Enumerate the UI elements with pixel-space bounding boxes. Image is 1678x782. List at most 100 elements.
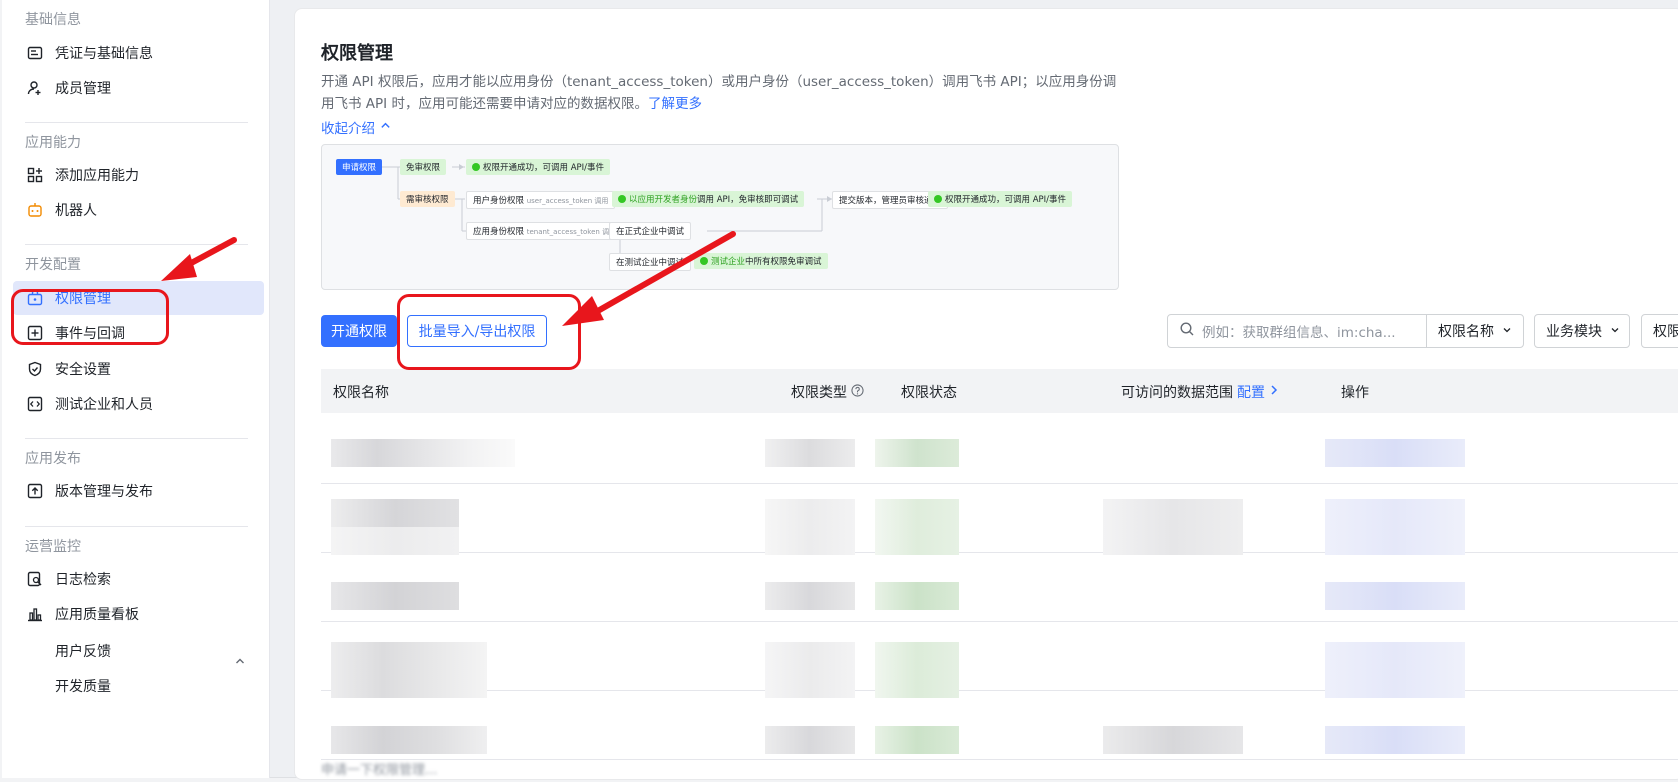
- row-divider: [321, 690, 1678, 691]
- blurred-cell: [331, 527, 459, 555]
- apps-add-icon: [27, 167, 43, 183]
- sidebar-subitem-dev-quality[interactable]: 开发质量: [55, 676, 111, 696]
- blurred-cell: [875, 499, 959, 555]
- check-circle-icon: [472, 163, 480, 171]
- blurred-cell: [1325, 726, 1465, 754]
- chevron-down-icon: [1502, 323, 1512, 339]
- blurred-cell: [765, 582, 855, 610]
- check-circle-icon: [618, 195, 626, 203]
- divider: [25, 438, 248, 439]
- search-input[interactable]: 例如：获取群组信息、im:cha...: [1167, 314, 1427, 348]
- node-subtext: tenant_access_token 调用: [526, 228, 617, 236]
- blurred-cell: [765, 642, 855, 698]
- node-text: 权限开通成功，可调用 API/事件: [945, 195, 1067, 205]
- check-circle-icon: [700, 257, 708, 265]
- col-status: 权限状态: [901, 385, 957, 401]
- node-subtext: user_access_token 调用: [526, 197, 609, 205]
- col-name: 权限名称: [333, 385, 389, 401]
- desc-line-1: 开通 API 权限后，应用才能以应用身份（tenant_access_token…: [321, 74, 1117, 90]
- diagram-node-formal: 在正式企业中调试: [609, 222, 692, 240]
- sidebar: 基础信息 凭证与基础信息 成员管理 应用能力 添加应用能力 机器人 开发配置 权…: [2, 0, 270, 778]
- node-text: 调用 API，免审核即可调试: [697, 195, 799, 205]
- divider: [25, 244, 248, 245]
- blurred-cell: [1325, 499, 1465, 555]
- table-row[interactable]: [331, 582, 459, 610]
- blurred-cell: [1325, 642, 1465, 698]
- sidebar-item-label: 机器人: [55, 203, 97, 219]
- collapse-intro-link[interactable]: 收起介绍: [321, 117, 391, 137]
- node-text: 用户身份权限: [473, 196, 525, 206]
- open-permission-button[interactable]: 开通权限: [321, 315, 397, 347]
- table-row[interactable]: [331, 499, 459, 527]
- permission-flow-diagram: 申请权限 免审权限 权限开通成功，可调用 API/事件 需审核权限 用户身份权限…: [321, 144, 1119, 290]
- table-row[interactable]: [331, 642, 487, 698]
- help-icon[interactable]: [851, 383, 864, 401]
- chevron-up-icon: [380, 119, 391, 135]
- filter-permission-name-select[interactable]: 权限名称: [1426, 314, 1524, 348]
- chevron-up-icon[interactable]: [234, 652, 246, 671]
- sidebar-item-members[interactable]: 成员管理: [13, 71, 264, 105]
- search-placeholder: 例如：获取群组信息、im:cha...: [1202, 325, 1396, 341]
- row-divider: [321, 483, 1678, 484]
- code-box-icon: [27, 396, 43, 412]
- shield-icon: [27, 361, 43, 377]
- node-highlight: 测试企业: [711, 257, 746, 267]
- permission-table-header: 权限名称 权限类型 权限状态 可访问的数据范围 配置 操作: [321, 369, 1678, 413]
- sidebar-item-robot[interactable]: 机器人: [13, 193, 264, 227]
- row-divider: [321, 552, 1678, 553]
- search-icon: [1180, 322, 1194, 340]
- select-label: 业务模块: [1546, 324, 1602, 340]
- sidebar-item-label: 测试企业和人员: [55, 397, 153, 413]
- filter-module-select[interactable]: 业务模块: [1534, 314, 1630, 348]
- diagram-node-need-review: 需审核权限: [400, 191, 455, 207]
- sidebar-item-test-enterprise[interactable]: 测试企业和人员: [13, 387, 264, 421]
- group-title-release: 应用发布: [25, 451, 81, 467]
- upload-icon: [27, 483, 43, 499]
- sidebar-item-label: 添加应用能力: [55, 168, 139, 184]
- sidebar-item-label: 版本管理与发布: [55, 484, 153, 500]
- chevron-right-icon[interactable]: [1269, 384, 1279, 400]
- user-add-icon: [27, 80, 43, 96]
- blurred-cell: [765, 439, 855, 467]
- col-type: 权限类型: [791, 382, 864, 402]
- node-text: 权限开通成功，可调用 API/事件: [483, 163, 605, 173]
- col-scope-label: 可访问的数据范围: [1121, 385, 1233, 401]
- blurred-cell: [1325, 582, 1465, 610]
- annotation-ring-batch: [397, 294, 581, 370]
- sidebar-item-label: 凭证与基础信息: [55, 46, 153, 62]
- diagram-node-dev-identity: 以应用开发者身份调用 API，免审核即可调试: [612, 191, 805, 207]
- sidebar-item-credentials[interactable]: 凭证与基础信息: [13, 36, 264, 70]
- sidebar-item-quality-board[interactable]: 应用质量看板: [13, 597, 264, 631]
- row-divider: [321, 621, 1678, 622]
- blurred-cell: [1103, 499, 1243, 555]
- filter-permission-select[interactable]: 权限: [1641, 314, 1678, 348]
- diagram-node-app-identity: 应用身份权限 tenant_access_token 调用: [466, 222, 624, 240]
- blurred-cell: [765, 726, 855, 754]
- table-row[interactable]: [331, 726, 487, 754]
- table-row[interactable]: [331, 439, 515, 467]
- blurred-cell: [875, 726, 959, 754]
- diagram-node-success: 权限开通成功，可调用 API/事件: [928, 191, 1073, 207]
- sidebar-item-security[interactable]: 安全设置: [13, 352, 264, 386]
- chevron-down-icon: [1610, 323, 1620, 339]
- blurred-cell: [765, 499, 855, 555]
- blurred-cell: [875, 439, 959, 467]
- log-search-icon: [27, 571, 43, 587]
- group-title-dev-config: 开发配置: [25, 257, 81, 273]
- config-link[interactable]: 配置: [1237, 382, 1265, 402]
- sidebar-item-version[interactable]: 版本管理与发布: [13, 474, 264, 508]
- sidebar-item-add-ability[interactable]: 添加应用能力: [13, 158, 264, 192]
- sidebar-subitem-feedback[interactable]: 用户反馈: [55, 641, 111, 661]
- check-circle-icon: [934, 195, 942, 203]
- blurred-cell: [875, 582, 959, 610]
- learn-more-link[interactable]: 了解更多: [648, 96, 702, 112]
- sidebar-item-label: 应用质量看板: [55, 607, 139, 623]
- sidebar-item-log-search[interactable]: 日志检索: [13, 562, 264, 596]
- node-text: 应用身份权限: [473, 227, 525, 237]
- blurred-cell: [1325, 439, 1465, 467]
- row-divider: [321, 759, 1678, 760]
- divider: [25, 526, 248, 527]
- diagram-node-test-free: 测试企业中所有权限免审调试: [694, 253, 828, 269]
- diagram-node-free: 免审权限: [400, 159, 447, 175]
- page-description: 开通 API 权限后，应用才能以应用身份（tenant_access_token…: [321, 71, 1121, 115]
